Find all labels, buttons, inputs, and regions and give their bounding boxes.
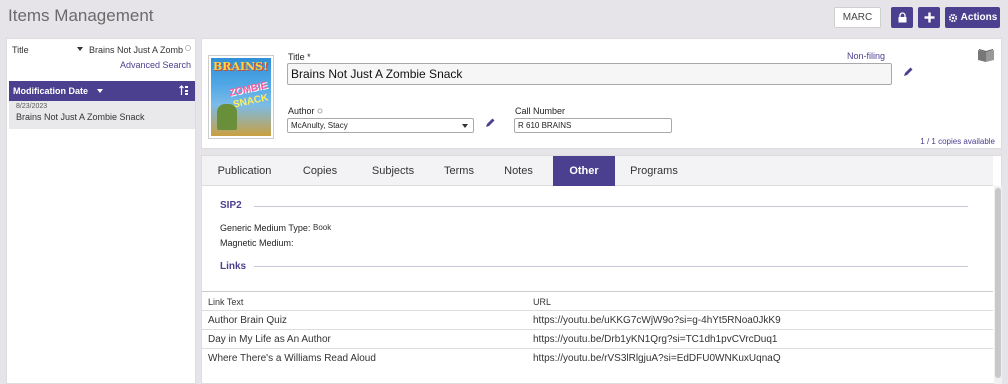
lock-icon bbox=[898, 12, 906, 23]
tab-notes[interactable]: Notes bbox=[485, 156, 552, 186]
sort-selector[interactable]: Modification Date bbox=[9, 81, 195, 101]
sort-label: Modification Date bbox=[13, 86, 89, 96]
add-item-button[interactable] bbox=[918, 7, 940, 28]
chevron-down-icon bbox=[462, 124, 468, 128]
actions-label: Actions bbox=[960, 12, 998, 23]
actions-button[interactable]: Actions bbox=[945, 7, 1000, 28]
copies-available: 1 / 1 copies available bbox=[920, 137, 995, 146]
call-number-field[interactable]: R 610 BRAINS bbox=[514, 118, 672, 133]
author-value: McAnulty, Stacy bbox=[291, 121, 348, 130]
tab-terms[interactable]: Terms bbox=[433, 156, 485, 186]
table-header-row: Link Text URL bbox=[202, 291, 993, 310]
cover-title-brains: BRAINS! bbox=[213, 60, 268, 73]
generic-medium-label: Generic Medium Type: bbox=[220, 223, 311, 233]
gear-icon bbox=[948, 13, 957, 22]
link-text-cell: Day in My Life as An Author bbox=[208, 334, 331, 345]
link-url-cell[interactable]: https://youtu.be/uKKG7cWjW9o?si=g-4hYt5R… bbox=[533, 311, 781, 330]
search-input-value: Brains Not Just A Zomb bbox=[89, 44, 184, 55]
clear-icon[interactable] bbox=[185, 45, 191, 51]
plus-icon bbox=[924, 12, 934, 23]
table-row[interactable]: Where There's a Williams Read Aloud http… bbox=[202, 348, 993, 367]
book-cover-image: BRAINS! ZOMBIE SNACK bbox=[208, 55, 274, 139]
links-divider bbox=[254, 266, 968, 267]
search-field-value: Title bbox=[12, 44, 29, 55]
link-text-cell: Where There's a Williams Read Aloud bbox=[208, 353, 376, 364]
item-detail-card: BRAINS! ZOMBIE SNACK Title * Non-filing … bbox=[201, 38, 1002, 149]
table-row[interactable]: Day in My Life as An Author https://yout… bbox=[202, 329, 993, 348]
marc-button[interactable]: MARC bbox=[834, 7, 881, 28]
link-url-cell[interactable]: https://youtu.be/Drb1yKN1Qrg?si=TC1dh1pv… bbox=[533, 330, 777, 349]
tab-publication[interactable]: Publication bbox=[202, 156, 287, 186]
links-table: Link Text URL Author Brain Quiz https://… bbox=[202, 291, 993, 367]
non-filing-link[interactable]: Non-filing bbox=[847, 51, 885, 61]
author-select[interactable]: McAnulty, Stacy bbox=[287, 118, 474, 133]
item-tabs-panel: Publication Copies Subjects Terms Notes … bbox=[201, 155, 1002, 384]
title-label: Title * bbox=[288, 52, 311, 62]
lock-button[interactable] bbox=[891, 7, 913, 28]
page-title: Items Management bbox=[8, 6, 154, 25]
sort-direction-icon[interactable] bbox=[179, 85, 189, 99]
tab-bar: Publication Copies Subjects Terms Notes … bbox=[202, 156, 993, 186]
edit-title-pencil-icon[interactable] bbox=[903, 66, 914, 77]
links-heading: Links bbox=[220, 261, 247, 272]
call-number-label: Call Number bbox=[515, 106, 566, 116]
link-text-cell: Author Brain Quiz bbox=[208, 315, 287, 326]
tab-copies[interactable]: Copies bbox=[287, 156, 353, 186]
tab-programs[interactable]: Programs bbox=[615, 156, 693, 186]
scrollbar[interactable] bbox=[994, 186, 1002, 384]
chevron-down-icon bbox=[77, 47, 83, 51]
search-field-select[interactable]: Title bbox=[10, 42, 87, 57]
book-icon bbox=[978, 49, 994, 62]
link-url-cell[interactable]: https://youtu.be/rVS3lRlgjuA?si=EdDFU0WN… bbox=[533, 349, 781, 368]
list-item-title: Brains Not Just A Zombie Snack bbox=[16, 112, 145, 122]
settings-icon bbox=[317, 108, 323, 114]
column-header-url: URL bbox=[533, 296, 552, 307]
advanced-search-link[interactable]: Advanced Search bbox=[120, 60, 191, 70]
tab-other[interactable]: Other bbox=[553, 156, 615, 186]
sip2-divider bbox=[254, 206, 968, 207]
search-sidebar: Title Brains Not Just A Zomb Advanced Se… bbox=[6, 38, 196, 384]
author-label: Author bbox=[288, 106, 323, 116]
list-item-date: 8/23/2023 bbox=[16, 103, 48, 110]
list-item[interactable]: 8/23/2023 Brains Not Just A Zombie Snack bbox=[9, 101, 195, 129]
generic-medium-value: Book bbox=[313, 223, 332, 232]
sip2-heading: SIP2 bbox=[220, 200, 242, 211]
magnetic-medium-label: Magnetic Medium: bbox=[220, 238, 294, 248]
search-input[interactable]: Brains Not Just A Zomb bbox=[89, 42, 193, 57]
chevron-down-icon bbox=[97, 89, 104, 93]
table-row[interactable]: Author Brain Quiz https://youtu.be/uKKG7… bbox=[202, 310, 993, 329]
edit-author-pencil-icon[interactable] bbox=[485, 117, 496, 128]
title-field[interactable]: Brains Not Just A Zombie Snack bbox=[287, 63, 892, 85]
column-header-link-text: Link Text bbox=[208, 296, 244, 307]
scrollbar-thumb[interactable] bbox=[995, 188, 1001, 378]
tab-subjects[interactable]: Subjects bbox=[353, 156, 433, 186]
